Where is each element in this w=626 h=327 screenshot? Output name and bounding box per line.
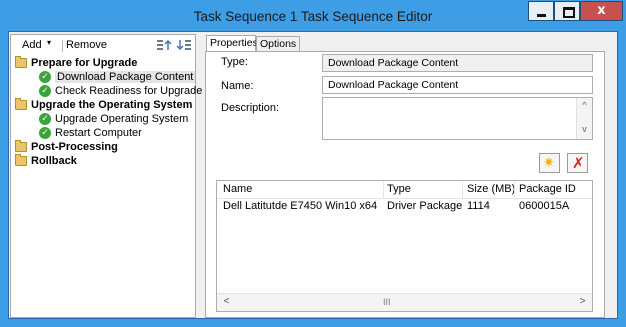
minimize-icon xyxy=(537,14,546,17)
toolbar-separator xyxy=(62,40,63,52)
tab-options[interactable]: Options xyxy=(256,36,300,51)
folder-icon xyxy=(15,56,27,68)
folder-icon xyxy=(15,140,27,152)
package-list-header: Name Type Size (MB) Package ID xyxy=(217,181,592,199)
package-size-cell: 1114 xyxy=(467,200,490,212)
package-id-cell: 0600015A xyxy=(519,200,570,212)
maximize-button[interactable] xyxy=(554,1,580,21)
folder-icon xyxy=(15,98,27,110)
column-header-package-id[interactable]: Package ID xyxy=(519,183,576,195)
column-header-type[interactable]: Type xyxy=(387,183,411,195)
type-label: Type: xyxy=(221,56,248,68)
tab-properties[interactable]: Properties xyxy=(206,35,258,52)
name-input[interactable]: Download Package Content xyxy=(322,76,593,94)
title-bar[interactable]: Task Sequence 1 Task Sequence Editor x xyxy=(0,0,626,32)
scroll-left-icon[interactable]: < xyxy=(219,296,234,310)
check-icon: ✓ xyxy=(39,71,51,83)
folder-icon xyxy=(15,154,27,166)
new-star-icon: ✷ xyxy=(543,155,555,171)
tree-group-label: Prepare for Upgrade xyxy=(31,57,138,69)
delete-package-button[interactable]: ✗ xyxy=(567,153,588,173)
close-icon: x xyxy=(597,3,606,18)
description-label: Description: xyxy=(221,102,280,114)
column-header-name[interactable]: Name xyxy=(223,183,252,195)
tree-toolbar: Add ▾ Remove xyxy=(11,35,195,55)
check-icon: ✓ xyxy=(39,113,51,125)
tree-group-label: Rollback xyxy=(31,155,77,167)
package-name-cell: Dell Latitutde E7450 Win10 x64 xyxy=(223,200,378,212)
table-row[interactable]: Dell Latitutde E7450 Win10 x64 Driver Pa… xyxy=(217,199,592,213)
tree-step-label: Restart Computer xyxy=(55,127,142,139)
task-sequence-pane: Add ▾ Remove Prepare for Upgrade ✓ Downl… xyxy=(10,34,202,318)
column-divider[interactable] xyxy=(383,181,384,198)
delete-x-icon: ✗ xyxy=(572,154,585,172)
add-dropdown-caret-icon[interactable]: ▾ xyxy=(47,38,51,47)
add-menu-button[interactable]: Add xyxy=(22,39,42,51)
tree-step-label: Check Readiness for Upgrade xyxy=(55,85,203,97)
scroll-right-icon[interactable]: > xyxy=(575,296,590,310)
close-button[interactable]: x xyxy=(580,1,623,21)
package-list-hscrollbar[interactable]: < III > xyxy=(217,293,592,311)
maximize-icon xyxy=(563,7,575,18)
add-package-button[interactable]: ✷ xyxy=(539,153,560,173)
editor-window: Task Sequence 1 Task Sequence Editor x A… xyxy=(0,0,626,327)
package-type-cell: Driver Package xyxy=(387,200,463,212)
column-divider[interactable] xyxy=(514,181,515,198)
description-scrollbar[interactable]: ^ v xyxy=(576,98,592,139)
tree-step-label: Download Package Content xyxy=(55,71,196,83)
name-label: Name: xyxy=(221,80,254,92)
tree-step-label: Upgrade Operating System xyxy=(55,113,189,125)
scroll-down-icon[interactable]: v xyxy=(577,124,592,134)
package-list[interactable]: Name Type Size (MB) Package ID Dell Lati… xyxy=(216,180,593,312)
move-up-icon[interactable] xyxy=(156,38,172,52)
scroll-thumb-grip[interactable]: III xyxy=(383,297,391,307)
type-field: Download Package Content xyxy=(322,54,593,72)
tree-group-label: Upgrade the Operating System xyxy=(31,99,193,111)
move-down-icon[interactable] xyxy=(176,38,192,52)
check-icon: ✓ xyxy=(39,127,51,139)
column-header-size[interactable]: Size (MB) xyxy=(467,183,515,195)
description-textarea[interactable]: ^ v xyxy=(322,97,593,140)
minimize-button[interactable] xyxy=(528,1,554,21)
properties-panel: Type: Download Package Content Name: Dow… xyxy=(205,51,605,318)
check-icon: ✓ xyxy=(39,85,51,97)
remove-button[interactable]: Remove xyxy=(66,39,107,51)
column-divider[interactable] xyxy=(462,181,463,198)
scroll-up-icon[interactable]: ^ xyxy=(577,100,592,110)
tree-group-label: Post-Processing xyxy=(31,141,118,153)
